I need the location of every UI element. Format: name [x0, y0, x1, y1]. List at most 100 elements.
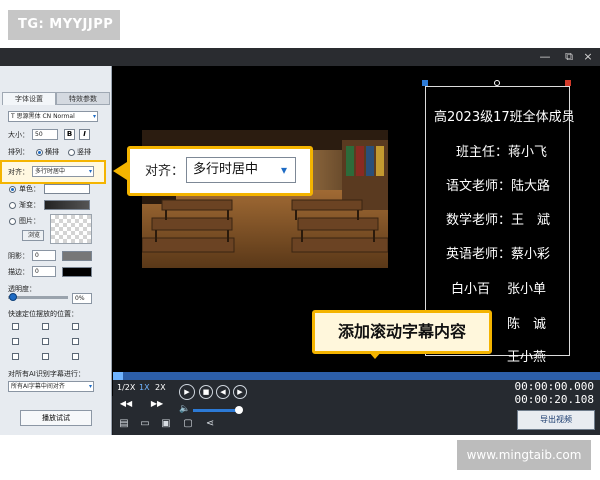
fast-forward-icon[interactable]: ▶▶	[150, 398, 164, 412]
previous-frame-icon[interactable]: ◀	[216, 385, 230, 399]
page: TG: MYYJJPP — ⧉ × 字体设置 特效参数 T 思源黑体 CN No…	[0, 0, 600, 480]
position-label: 快速定位摆放的位置：	[8, 310, 78, 318]
solid-color-swatch[interactable]	[44, 184, 90, 194]
new-file-icon[interactable]: ▤	[118, 418, 130, 430]
delete-handle[interactable]	[565, 80, 571, 86]
credit-line: 高2023级17班全体成员	[434, 110, 575, 125]
speed-double[interactable]: 2X	[155, 383, 166, 392]
image-preview	[50, 214, 92, 244]
stroke-input[interactable]: 0	[32, 266, 56, 277]
timeline-track[interactable]	[113, 372, 600, 380]
solid-color-label: 单色：	[19, 185, 40, 193]
italic-button[interactable]: I	[79, 129, 90, 140]
layout-horizontal-radio[interactable]	[36, 149, 43, 156]
solid-color-radio[interactable]	[9, 186, 16, 193]
opacity-input[interactable]: 0%	[72, 293, 92, 304]
shadow-color-swatch[interactable]	[62, 251, 92, 261]
timeline-progress	[113, 372, 123, 380]
callout-align-select[interactable]: 多行时居中 ▾	[186, 157, 296, 183]
chevron-down-icon: ▾	[88, 383, 92, 390]
position-middle-left[interactable]	[12, 338, 19, 345]
image-radio[interactable]	[9, 218, 16, 225]
image-label: 图片：	[19, 217, 40, 225]
site-watermark: www.mingtaib.com	[457, 440, 591, 470]
credit-line: 陈 诚	[507, 317, 547, 332]
align-label: 对齐：	[8, 168, 29, 176]
layout-vertical-radio[interactable]	[68, 149, 75, 156]
align-select[interactable]: 多行时居中 ▾	[32, 166, 94, 177]
opacity-slider-track[interactable]	[8, 296, 68, 299]
bold-button[interactable]: B	[64, 129, 75, 140]
tab-effects[interactable]: 特效参数	[56, 92, 110, 105]
callout-align-value: 多行时居中	[193, 162, 259, 177]
open-folder-icon[interactable]: ▭	[139, 418, 151, 430]
play-test-button[interactable]: 播放试试	[20, 410, 92, 426]
speed-half[interactable]: 1/2X	[117, 383, 135, 392]
credit-line: 数学老师：王 斌	[446, 213, 551, 228]
chevron-down-icon: ▾	[88, 168, 92, 175]
callout-arrow	[113, 162, 127, 180]
volume-slider-track[interactable]	[193, 409, 239, 412]
layout-horizontal-label: 横排	[45, 148, 59, 156]
title-bar: — ⧉ ×	[0, 48, 600, 66]
credit-line: 班主任：蒋小飞	[456, 145, 548, 160]
position-middle-right[interactable]	[72, 338, 79, 345]
chevron-down-icon: ▾	[92, 113, 96, 120]
layout-vertical-label: 竖排	[77, 148, 91, 156]
size-value: 50	[35, 131, 43, 138]
position-bottom-left[interactable]	[12, 353, 19, 360]
play-icon[interactable]: ▶	[179, 384, 195, 400]
ai-align-value: 所有AI字幕中间对齐	[11, 383, 65, 390]
save-icon[interactable]: ▣	[160, 418, 172, 430]
shadow-label: 阴影：	[8, 252, 29, 260]
position-top-right[interactable]	[72, 323, 79, 330]
restore-icon[interactable]: ⧉	[561, 48, 577, 66]
stroke-value: 0	[35, 268, 39, 275]
credit-line: 英语老师：蔡小彩	[446, 247, 551, 262]
scroll-text-callout: 添加滚动字幕内容	[312, 310, 492, 354]
size-label: 大小：	[8, 131, 29, 139]
position-grid	[8, 321, 88, 361]
credit-line: 白小百	[451, 282, 491, 297]
font-select-value: T 思源黑体 CN Normal	[11, 113, 75, 120]
save-as-icon[interactable]: ▢	[182, 418, 194, 430]
chevron-down-icon: ▾	[280, 163, 287, 177]
credit-line: 张小单	[507, 282, 547, 297]
gradient-radio[interactable]	[9, 202, 16, 209]
ai-align-select[interactable]: 所有AI字幕中间对齐 ▾	[8, 381, 94, 392]
minimize-icon[interactable]: —	[537, 48, 553, 66]
shadow-value: 0	[35, 252, 39, 259]
speed-normal[interactable]: 1X	[139, 383, 150, 392]
rotate-handle[interactable]	[494, 80, 500, 86]
shadow-input[interactable]: 0	[32, 250, 56, 261]
stroke-label: 描边：	[8, 268, 29, 276]
next-frame-icon[interactable]: ▶	[233, 385, 247, 399]
settings-tabs: 字体设置 特效参数	[2, 92, 110, 105]
ai-label: 对所有AI识别字幕进行：	[8, 370, 85, 378]
opacity-value: 0%	[75, 295, 85, 302]
watermark-tag: TG: MYYJJPP	[8, 10, 120, 40]
resize-handle-left[interactable]	[422, 80, 428, 86]
rewind-icon[interactable]: ◀◀	[119, 398, 133, 412]
export-video-button[interactable]: 导出视频	[517, 410, 595, 430]
tab-font-settings[interactable]: 字体设置	[2, 92, 56, 105]
callout-tail	[368, 351, 382, 359]
volume-icon[interactable]: 🔈	[178, 403, 192, 417]
volume-slider-handle[interactable]	[235, 406, 243, 414]
opacity-slider-handle[interactable]	[9, 293, 17, 301]
position-top-left[interactable]	[12, 323, 19, 330]
size-input[interactable]: 50	[32, 129, 58, 140]
gradient-swatch[interactable]	[44, 200, 90, 210]
close-icon[interactable]: ×	[580, 48, 596, 66]
position-bottom-center[interactable]	[42, 353, 49, 360]
position-top-center[interactable]	[42, 323, 49, 330]
font-select[interactable]: T 思源黑体 CN Normal ▾	[8, 111, 98, 122]
layout-label: 排列：	[8, 148, 29, 156]
position-bottom-right[interactable]	[72, 353, 79, 360]
stop-icon[interactable]: ■	[199, 385, 213, 399]
stroke-color-swatch[interactable]	[62, 267, 92, 277]
share-icon[interactable]: ⋖	[204, 418, 216, 430]
browse-button[interactable]: 浏览	[22, 230, 44, 241]
total-time: 00:00:20.108	[514, 393, 594, 406]
position-center[interactable]	[42, 338, 49, 345]
